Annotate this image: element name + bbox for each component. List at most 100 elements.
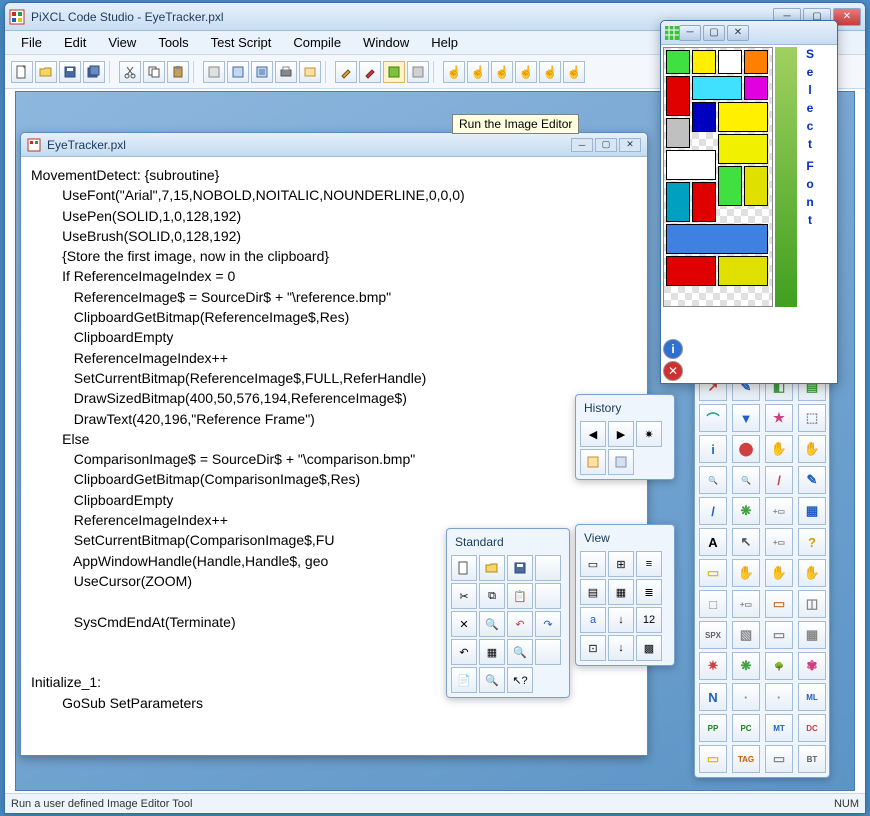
pixcl-tool-44-button[interactable]: ✷ [699,652,727,680]
menu-test-script[interactable]: Test Script [201,33,282,52]
view-2-button[interactable]: ⊞ [608,551,634,577]
image-editor-canvas[interactable] [663,47,773,307]
history-star-button[interactable]: ✷ [636,421,662,447]
pixcl-tool-46-button[interactable]: 🌳 [765,652,793,680]
view-1-button[interactable]: ▭ [580,551,606,577]
std-find-button[interactable]: 🔍 [479,611,505,637]
save-all-button[interactable] [83,61,105,83]
std-4-button[interactable] [535,555,561,581]
pixcl-tool-13-button[interactable]: ▼ [732,404,760,432]
std-help-button[interactable]: ↖? [507,667,533,693]
view-8-button[interactable]: ↓ [608,607,634,633]
std-grid-button[interactable]: ▦ [479,639,505,665]
pixcl-tool-57-button[interactable]: TAG [732,745,760,773]
view-12-button[interactable]: ▩ [636,635,662,661]
pixcl-tool-47-button[interactable]: ✾ [798,652,826,680]
tool-2-button[interactable] [227,61,249,83]
pixcl-tool-33-button[interactable]: ✋ [732,559,760,587]
std-zoom-button[interactable]: 🔍 [507,639,533,665]
editor-titlebar[interactable]: EyeTracker.pxl ─ ▢ ✕ [21,133,647,157]
std-8-button[interactable] [535,583,561,609]
pixcl-tool-35-button[interactable]: ✋ [798,559,826,587]
std-save-button[interactable] [507,555,533,581]
pixcl-tool-27-button[interactable]: ▦ [798,497,826,525]
std-new-button[interactable] [451,555,477,581]
pixcl-tool-51-button[interactable]: ML [798,683,826,711]
view-9-button[interactable]: 12 [636,607,662,633]
menu-tools[interactable]: Tools [148,33,198,52]
image-editor-select-font-label[interactable]: Select Font [799,47,821,307]
image-editor-colorbar[interactable] [775,47,797,307]
pixcl-tool-58-button[interactable]: ▭ [765,745,793,773]
history-list2-button[interactable] [608,449,634,475]
pixcl-tool-22-button[interactable]: / [765,466,793,494]
pixcl-tool-23-button[interactable]: ✎ [798,466,826,494]
view-10-button[interactable]: ⊡ [580,635,606,661]
image-editor-titlebar[interactable]: ─ ▢ ✕ [661,21,837,45]
hand5-button[interactable]: ☝ [539,61,561,83]
pixcl-tool-16-button[interactable]: i [699,435,727,463]
pixcl-tool-30-button[interactable]: +▭ [765,528,793,556]
pixcl-tool-25-button[interactable]: ❋ [732,497,760,525]
pixcl-tool-59-button[interactable]: BT [798,745,826,773]
pixcl-tool-21-button[interactable]: 🔍 [732,466,760,494]
std-cut-button[interactable]: ✂ [451,583,477,609]
tool-1-button[interactable] [203,61,225,83]
std-find2-button[interactable]: 🔍 [479,667,505,693]
history-list1-button[interactable] [580,449,606,475]
copy-button[interactable] [143,61,165,83]
paste-button[interactable] [167,61,189,83]
menu-window[interactable]: Window [353,33,419,52]
tool-5-button[interactable] [299,61,321,83]
history-back-button[interactable]: ◀ [580,421,606,447]
hand1-button[interactable]: ☝ [443,61,465,83]
pixcl-tool-15-button[interactable]: ⬚ [798,404,826,432]
child-maximize-button[interactable]: ▢ [595,138,617,152]
pixcl-tool-49-button[interactable]: · [732,683,760,711]
pixcl-tool-36-button[interactable]: □ [699,590,727,618]
std-copy-button[interactable]: ⧉ [479,583,505,609]
open-file-button[interactable] [35,61,57,83]
menu-view[interactable]: View [98,33,146,52]
standard-palette[interactable]: Standard ✂ ⧉ 📋 ✕ 🔍 ↶ ↷ ↶ ▦ 🔍 📄 🔍 ↖? [446,528,570,698]
pixcl-tool-55-button[interactable]: DC [798,714,826,742]
pixcl-tool-52-button[interactable]: PP [699,714,727,742]
pixcl-tool-54-button[interactable]: MT [765,714,793,742]
std-undo-button[interactable]: ↶ [507,611,533,637]
hand3-button[interactable]: ☝ [491,61,513,83]
child-minimize-button[interactable]: ─ [571,138,593,152]
brush-button[interactable] [359,61,381,83]
pixcl-tool-43-button[interactable]: ▦ [798,621,826,649]
std-redo-button[interactable]: ↷ [535,611,561,637]
pixcl-tool-39-button[interactable]: ◫ [798,590,826,618]
view-5-button[interactable]: ▦ [608,579,634,605]
imed-min-button[interactable]: ─ [679,25,701,41]
pencil-button[interactable] [335,61,357,83]
std-17-button[interactable]: 📄 [451,667,477,693]
print-button[interactable] [275,61,297,83]
pixcl-tool-12-button[interactable]: ⌒ [699,404,727,432]
new-file-button[interactable] [11,61,33,83]
pixcl-tool-26-button[interactable]: +▭ [765,497,793,525]
history-palette[interactable]: History ◀ ▶ ✷ [575,394,675,480]
run-image-editor-button[interactable] [383,61,405,83]
menu-edit[interactable]: Edit [54,33,96,52]
pixcl-tool-40-button[interactable]: SPX [699,621,727,649]
std-undo2-button[interactable]: ↶ [451,639,477,665]
pixcl-tool-19-button[interactable]: ✋ [798,435,826,463]
menu-file[interactable]: File [11,33,52,52]
pixcl-tool-38-button[interactable]: ▭ [765,590,793,618]
view-3-button[interactable]: ≡ [636,551,662,577]
pixcl-tool-17-button[interactable]: ⬤ [732,435,760,463]
view-7-button[interactable]: a [580,607,606,633]
pixcl-tool-50-button[interactable]: · [765,683,793,711]
std-delete-button[interactable]: ✕ [451,611,477,637]
pixcl-tool-41-button[interactable]: ▧ [732,621,760,649]
pixcl-tool-20-button[interactable]: 🔍 [699,466,727,494]
save-file-button[interactable] [59,61,81,83]
pixcl-tool-14-button[interactable]: ★ [765,404,793,432]
pixcl-tool-37-button[interactable]: +▭ [732,590,760,618]
pixcl-tool-34-button[interactable]: ✋ [765,559,793,587]
hand2-button[interactable]: ☝ [467,61,489,83]
pixcl-tool-32-button[interactable]: ▭ [699,559,727,587]
